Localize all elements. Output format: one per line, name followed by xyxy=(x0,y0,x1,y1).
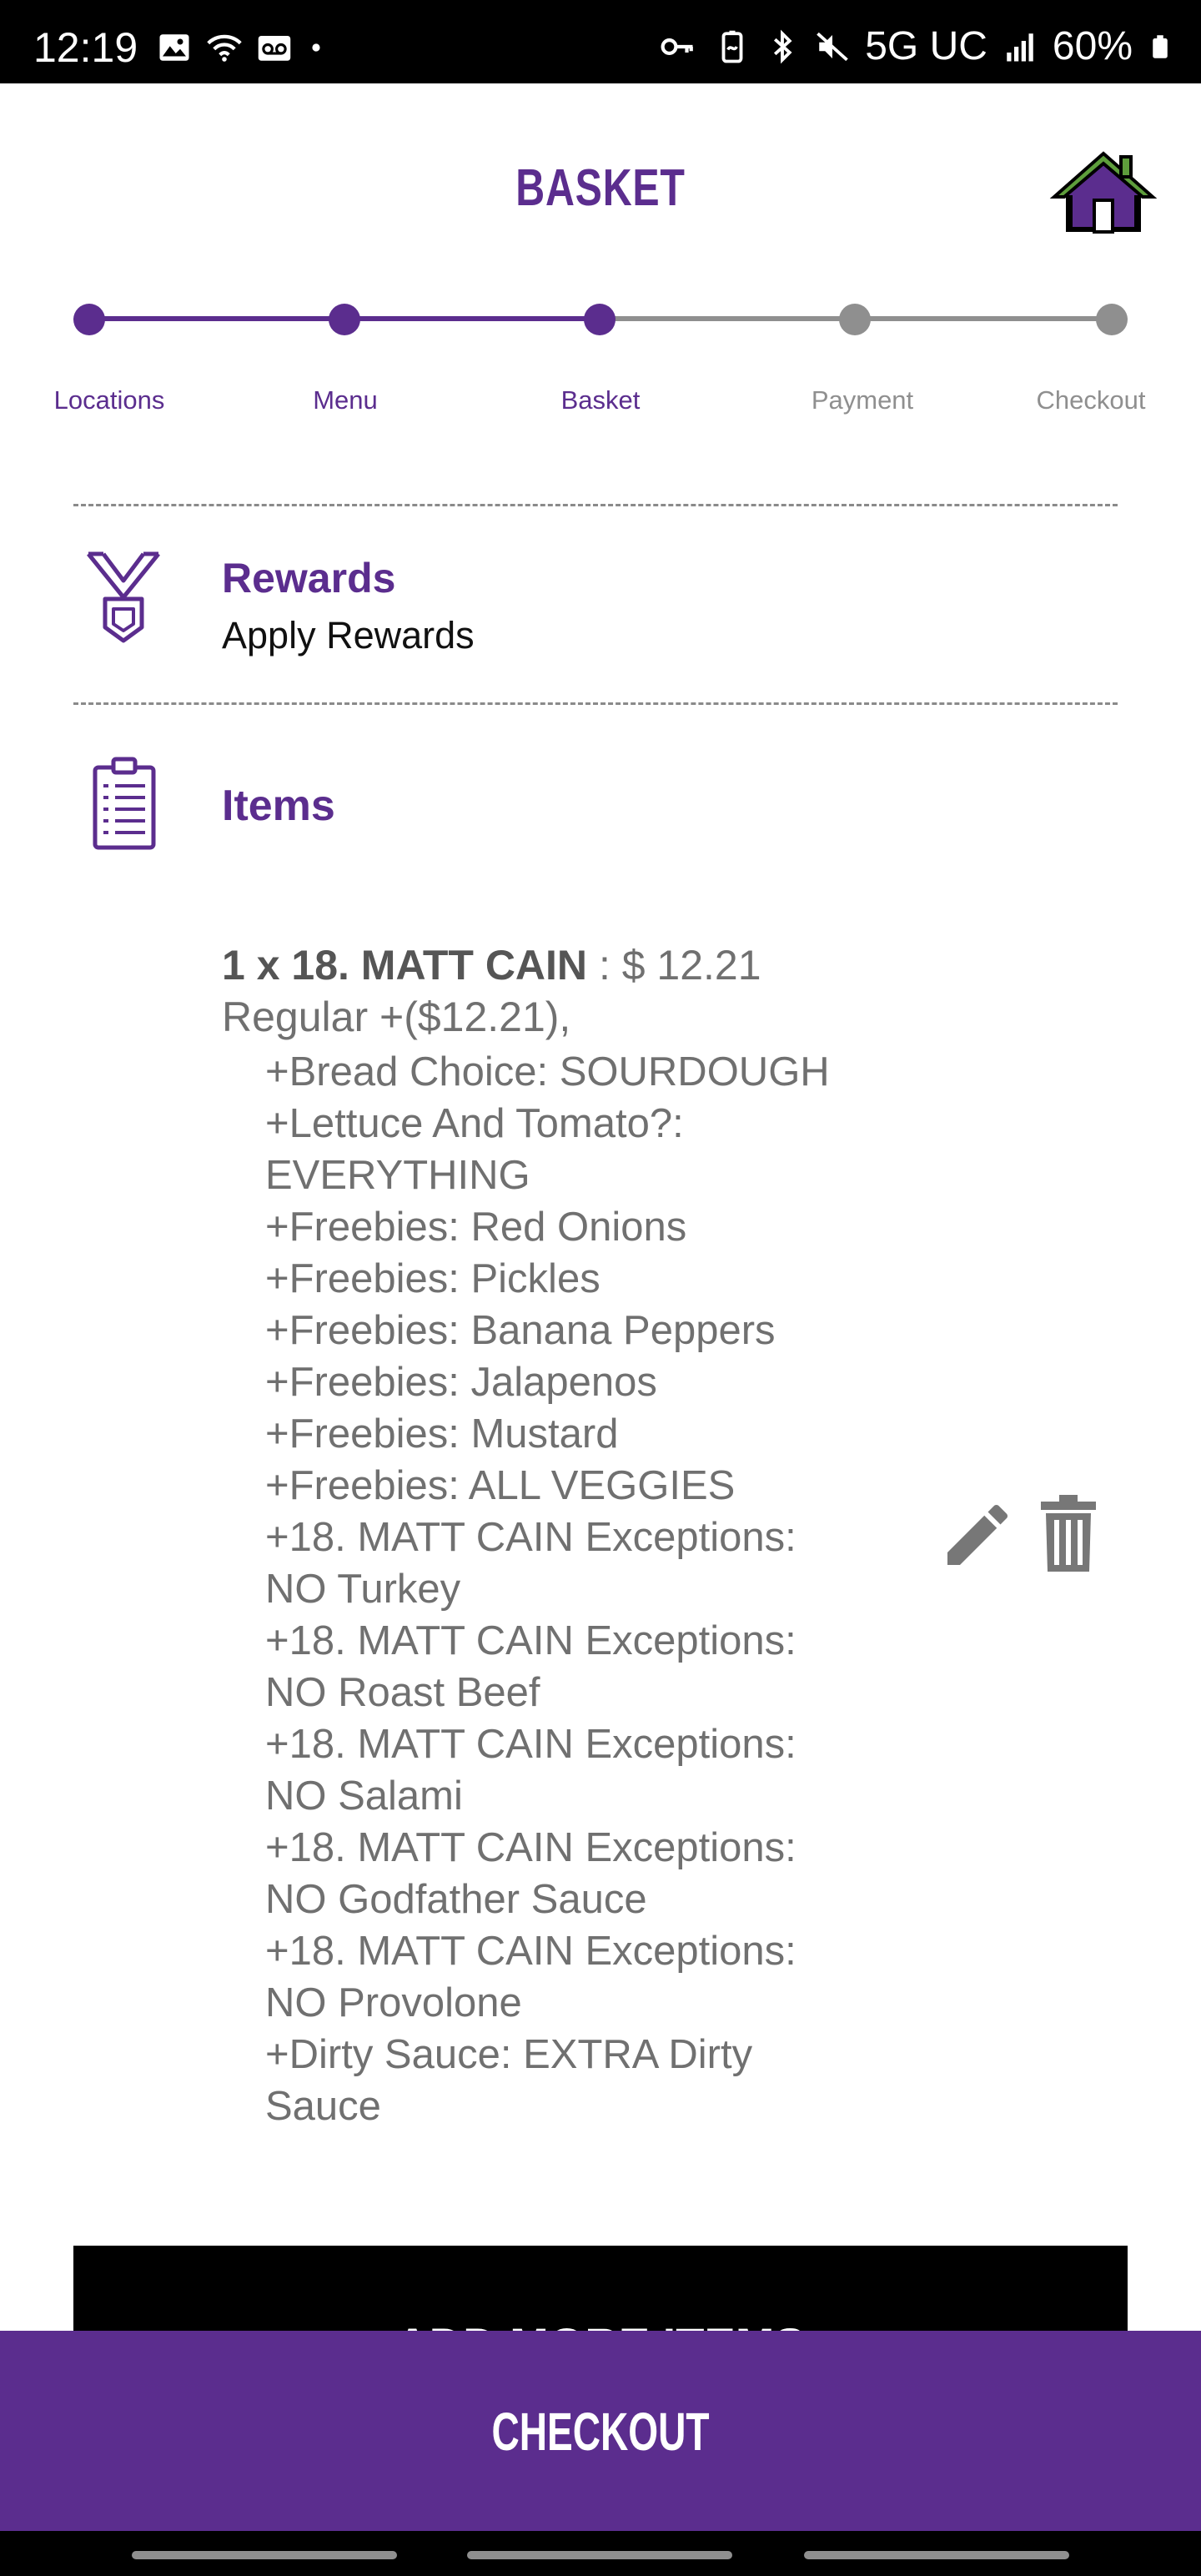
step-label-menu[interactable]: Menu xyxy=(313,385,378,415)
status-bar: 12:19 5G UC 60% xyxy=(0,0,1201,83)
key-icon xyxy=(661,38,694,55)
step-label-basket[interactable]: Basket xyxy=(561,385,641,415)
modifier: +18. MATT CAIN Exceptions: NO Roast Beef xyxy=(265,1618,796,1715)
checkout-progress: Locations Menu Basket Payment Checkout xyxy=(0,292,1201,425)
system-icons: 5G UC 60% xyxy=(656,23,1173,69)
item-qty-name: 1 x 18. MATT CAIN xyxy=(222,942,588,989)
modifier: +Freebies: ALL VEGGIES xyxy=(265,1463,736,1508)
voicemail-icon xyxy=(258,36,291,61)
modifier: +18. MATT CAIN Exceptions: NO Turkey xyxy=(265,1515,796,1612)
modifier: +Lettuce And Tomato?: EVERYTHING xyxy=(265,1101,684,1198)
wifi-icon xyxy=(207,34,242,62)
notification-icons xyxy=(157,30,325,65)
checkout-button[interactable]: CHECKOUT xyxy=(0,2331,1201,2531)
status-time: 12:19 xyxy=(33,24,138,71)
progress-line-pending-2 xyxy=(855,316,1110,321)
signal-icon xyxy=(1007,33,1033,61)
modifier: +Bread Choice: SOURDOUGH xyxy=(265,1049,830,1094)
progress-dot-checkout xyxy=(1096,304,1128,335)
bluetooth-icon xyxy=(774,29,792,63)
home-icon[interactable] xyxy=(1049,148,1158,237)
divider xyxy=(73,702,1118,705)
step-label-locations[interactable]: Locations xyxy=(54,385,165,415)
modifier: +Freebies: Mustard xyxy=(265,1411,619,1457)
progress-dot-menu[interactable] xyxy=(329,304,360,335)
progress-dot-payment xyxy=(839,304,871,335)
battery-percent: 60% xyxy=(1052,24,1133,68)
item-name: 1 x 18. MATT CAIN : $ 12.21 xyxy=(222,941,761,989)
medal-icon xyxy=(87,551,160,643)
progress-line-done-1 xyxy=(89,316,344,321)
rewards-title[interactable]: Rewards xyxy=(222,554,395,602)
nav-back[interactable] xyxy=(804,2551,1069,2559)
pencil-icon[interactable] xyxy=(937,1495,1018,1575)
checkout-label: CHECKOUT xyxy=(491,2402,710,2462)
modifier: +18. MATT CAIN Exceptions: NO Salami xyxy=(265,1722,796,1819)
dot-icon xyxy=(312,43,320,52)
modifier: +18. MATT CAIN Exceptions: NO Godfather … xyxy=(265,1825,796,1922)
modifier: +Freebies: Pickles xyxy=(265,1256,600,1301)
nav-recent[interactable] xyxy=(132,2551,397,2559)
items-title: Items xyxy=(222,782,335,830)
battery-saver-icon xyxy=(721,30,743,63)
item-size: Regular +($12.21), xyxy=(222,994,571,1040)
modifier: +Dirty Sauce: EXTRA Dirty Sauce xyxy=(265,2032,753,2129)
progress-line-done-2 xyxy=(344,316,600,321)
step-label-checkout: Checkout xyxy=(1036,385,1146,415)
network-type: 5G UC xyxy=(865,24,987,68)
apply-rewards-link[interactable]: Apply Rewards xyxy=(222,614,475,657)
page-title: BASKET xyxy=(515,159,686,217)
divider xyxy=(73,504,1118,506)
modifier: +Freebies: Banana Peppers xyxy=(265,1308,776,1353)
progress-line-pending-1 xyxy=(600,316,855,321)
item-modifiers: +Bread Choice: SOURDOUGH +Lettuce And To… xyxy=(265,1046,882,2132)
progress-dot-locations[interactable] xyxy=(73,304,105,335)
step-label-payment: Payment xyxy=(811,385,914,415)
progress-dot-basket[interactable] xyxy=(584,304,616,335)
mute-icon xyxy=(817,32,849,61)
nav-home[interactable] xyxy=(467,2551,732,2559)
item-price: : $ 12.21 xyxy=(587,942,761,989)
battery-icon xyxy=(1153,34,1168,58)
modifier: +18. MATT CAIN Exceptions: NO Provolone xyxy=(265,1929,796,2025)
modifier: +Freebies: Jalapenos xyxy=(265,1360,657,1405)
modifier: +Freebies: Red Onions xyxy=(265,1205,687,1250)
system-nav-bar xyxy=(0,2531,1201,2576)
trash-icon[interactable] xyxy=(1039,1493,1098,1573)
clipboard-icon xyxy=(93,757,156,850)
image-icon xyxy=(159,34,189,61)
